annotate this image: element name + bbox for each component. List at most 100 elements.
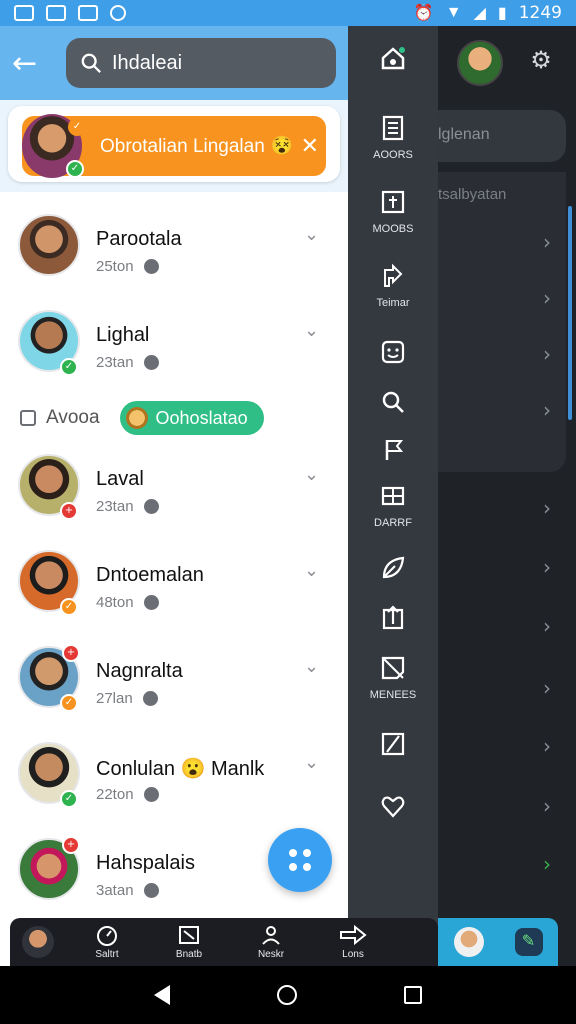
contact-time: 23tan	[96, 354, 134, 371]
contact-name: Conlulan 😮 Manlk	[96, 758, 265, 780]
rail-item-grid[interactable]: DARRF	[348, 482, 438, 529]
chevron-right-icon[interactable]: ›	[543, 676, 551, 700]
close-icon[interactable]: ✕	[294, 134, 326, 159]
status-badge: ✓	[60, 598, 78, 616]
contact-row[interactable]: ✓ Dntoemalan 48ton ⌄	[0, 538, 348, 634]
document-icon	[382, 115, 404, 141]
banner-pill[interactable]: ✓ ✓ Obrotalian Lingalan 😵 ✕	[22, 114, 326, 178]
bottom-avatar-item[interactable]	[10, 926, 66, 958]
nav-home-icon[interactable]	[276, 985, 297, 1005]
rail-item-upload[interactable]	[348, 604, 438, 637]
message-icon	[46, 5, 66, 21]
bottom-item-person[interactable]: Neskr	[230, 924, 312, 960]
rail-item-flag[interactable]	[348, 436, 438, 469]
contact-row[interactable]: ✓ Conlulan 😮 Manlk 22ton ⌄	[0, 730, 348, 826]
contact-name: Parootala	[96, 228, 182, 250]
chevron-right-icon[interactable]: ›	[543, 614, 551, 638]
profile-avatar[interactable]	[457, 40, 503, 86]
avatar[interactable]	[453, 927, 484, 957]
chevron-right-icon[interactable]: ›	[543, 794, 551, 818]
chevron-down-icon[interactable]: ⌄	[304, 560, 319, 581]
fab-button[interactable]	[268, 828, 332, 892]
bottom-item-share[interactable]: Lons	[312, 924, 394, 960]
lock-icon	[142, 691, 158, 706]
back-arrow-icon[interactable]: ←	[12, 46, 52, 81]
rail-item-documents[interactable]: AOORS	[348, 114, 438, 161]
apps-icon	[289, 849, 311, 871]
contact-row[interactable]: Parootala 25ton ⌄	[0, 202, 348, 298]
contact-row[interactable]: + Laval 23tan ⌄	[0, 442, 348, 538]
bottom-right-panel: ✎	[438, 918, 558, 966]
rail-label: Teimar	[376, 297, 410, 309]
lock-icon	[143, 259, 159, 274]
chevron-down-icon[interactable]: ⌄	[304, 752, 319, 773]
contact-time: 23tan	[96, 498, 134, 515]
chevron-down-icon[interactable]: ⌄	[304, 464, 319, 485]
rail-item-emoji[interactable]	[348, 338, 438, 371]
rail-item-add[interactable]: MOOBS	[348, 188, 438, 235]
compass-icon	[110, 5, 126, 21]
chevron-right-icon[interactable]: ›	[543, 286, 551, 310]
upload-icon	[382, 605, 404, 630]
search-bar[interactable]	[66, 38, 336, 88]
tag-chip[interactable]: Oohoslatao	[119, 401, 264, 435]
chevron-right-icon[interactable]: ›	[543, 555, 551, 579]
contact-time: 3atan	[96, 882, 134, 899]
settings-icon[interactable]: ⚙	[528, 48, 554, 74]
chevron-right-icon[interactable]: ›	[543, 398, 551, 422]
bottom-label: Neskr	[257, 949, 285, 960]
status-badge: +	[60, 502, 78, 520]
rail-item-heart[interactable]	[348, 792, 438, 825]
lock-icon	[143, 355, 159, 370]
nav-back-icon[interactable]	[153, 985, 170, 1005]
contact-meta: 3atan	[96, 882, 159, 899]
promo-banner[interactable]: ✓ ✓ Obrotalian Lingalan 😵 ✕	[8, 106, 340, 182]
lion-icon	[125, 407, 148, 429]
contact-list: Parootala 25ton ⌄ ✓ Lighal 23tan ⌄ Avooa…	[0, 192, 348, 922]
heart-icon	[381, 796, 405, 818]
rail-item-slash[interactable]	[348, 730, 438, 763]
bottom-label: Bnatb	[175, 949, 203, 960]
chevron-right-icon[interactable]: ›	[543, 852, 551, 876]
status-badge: +	[62, 836, 80, 854]
bottom-label: Saltrt	[95, 949, 119, 960]
smile-box-icon	[381, 340, 405, 364]
background-card	[420, 172, 566, 472]
person-icon	[262, 926, 280, 945]
rail-item-search[interactable]	[348, 388, 438, 421]
scrollbar[interactable]	[568, 206, 572, 420]
tag-label: Avooa	[46, 407, 100, 428]
tag-line: Avooa Oohoslatao	[0, 394, 348, 442]
search-input[interactable]	[112, 51, 312, 75]
battery-icon: ▮	[497, 5, 507, 22]
lock-icon	[143, 787, 159, 802]
contact-row[interactable]: + ✓ Nagnralta 27lan ⌄	[0, 634, 348, 730]
rail-item-leaf[interactable]	[348, 554, 438, 587]
chevron-right-icon[interactable]: ›	[543, 230, 551, 254]
contact-meta: 23tan	[96, 354, 159, 371]
chevron-right-icon[interactable]: ›	[543, 734, 551, 758]
leaf-icon	[382, 556, 405, 579]
bottom-item-box[interactable]: Bnatb	[148, 924, 230, 960]
chevron-right-icon[interactable]: ›	[543, 342, 551, 366]
chip-label: Oohoslatao	[155, 407, 248, 428]
rail-item-home[interactable]	[348, 44, 438, 77]
checkbox[interactable]	[20, 410, 36, 426]
rail-item-share[interactable]: Teimar	[348, 262, 438, 309]
compose-icon[interactable]: ✎	[514, 928, 543, 956]
contact-name: Lighal	[96, 324, 150, 346]
rail-label: AOORS	[373, 149, 413, 161]
online-badge: ✓	[66, 160, 84, 178]
bottom-label: Lons	[342, 949, 364, 960]
chevron-down-icon[interactable]: ⌄	[304, 656, 319, 677]
chevron-down-icon[interactable]: ⌄	[304, 224, 319, 245]
contact-row[interactable]: ✓ Lighal 23tan ⌄	[0, 298, 348, 394]
chevron-right-icon[interactable]: ›	[543, 496, 551, 520]
chevron-down-icon[interactable]: ⌄	[304, 320, 319, 341]
image-icon	[78, 5, 98, 21]
search-icon	[382, 391, 404, 413]
nav-recents-icon[interactable]	[404, 986, 423, 1004]
online-badge: ✓	[60, 790, 78, 808]
rail-item-notes[interactable]: MENEES	[348, 654, 438, 701]
bottom-item-speed[interactable]: Saltrt	[66, 924, 148, 960]
